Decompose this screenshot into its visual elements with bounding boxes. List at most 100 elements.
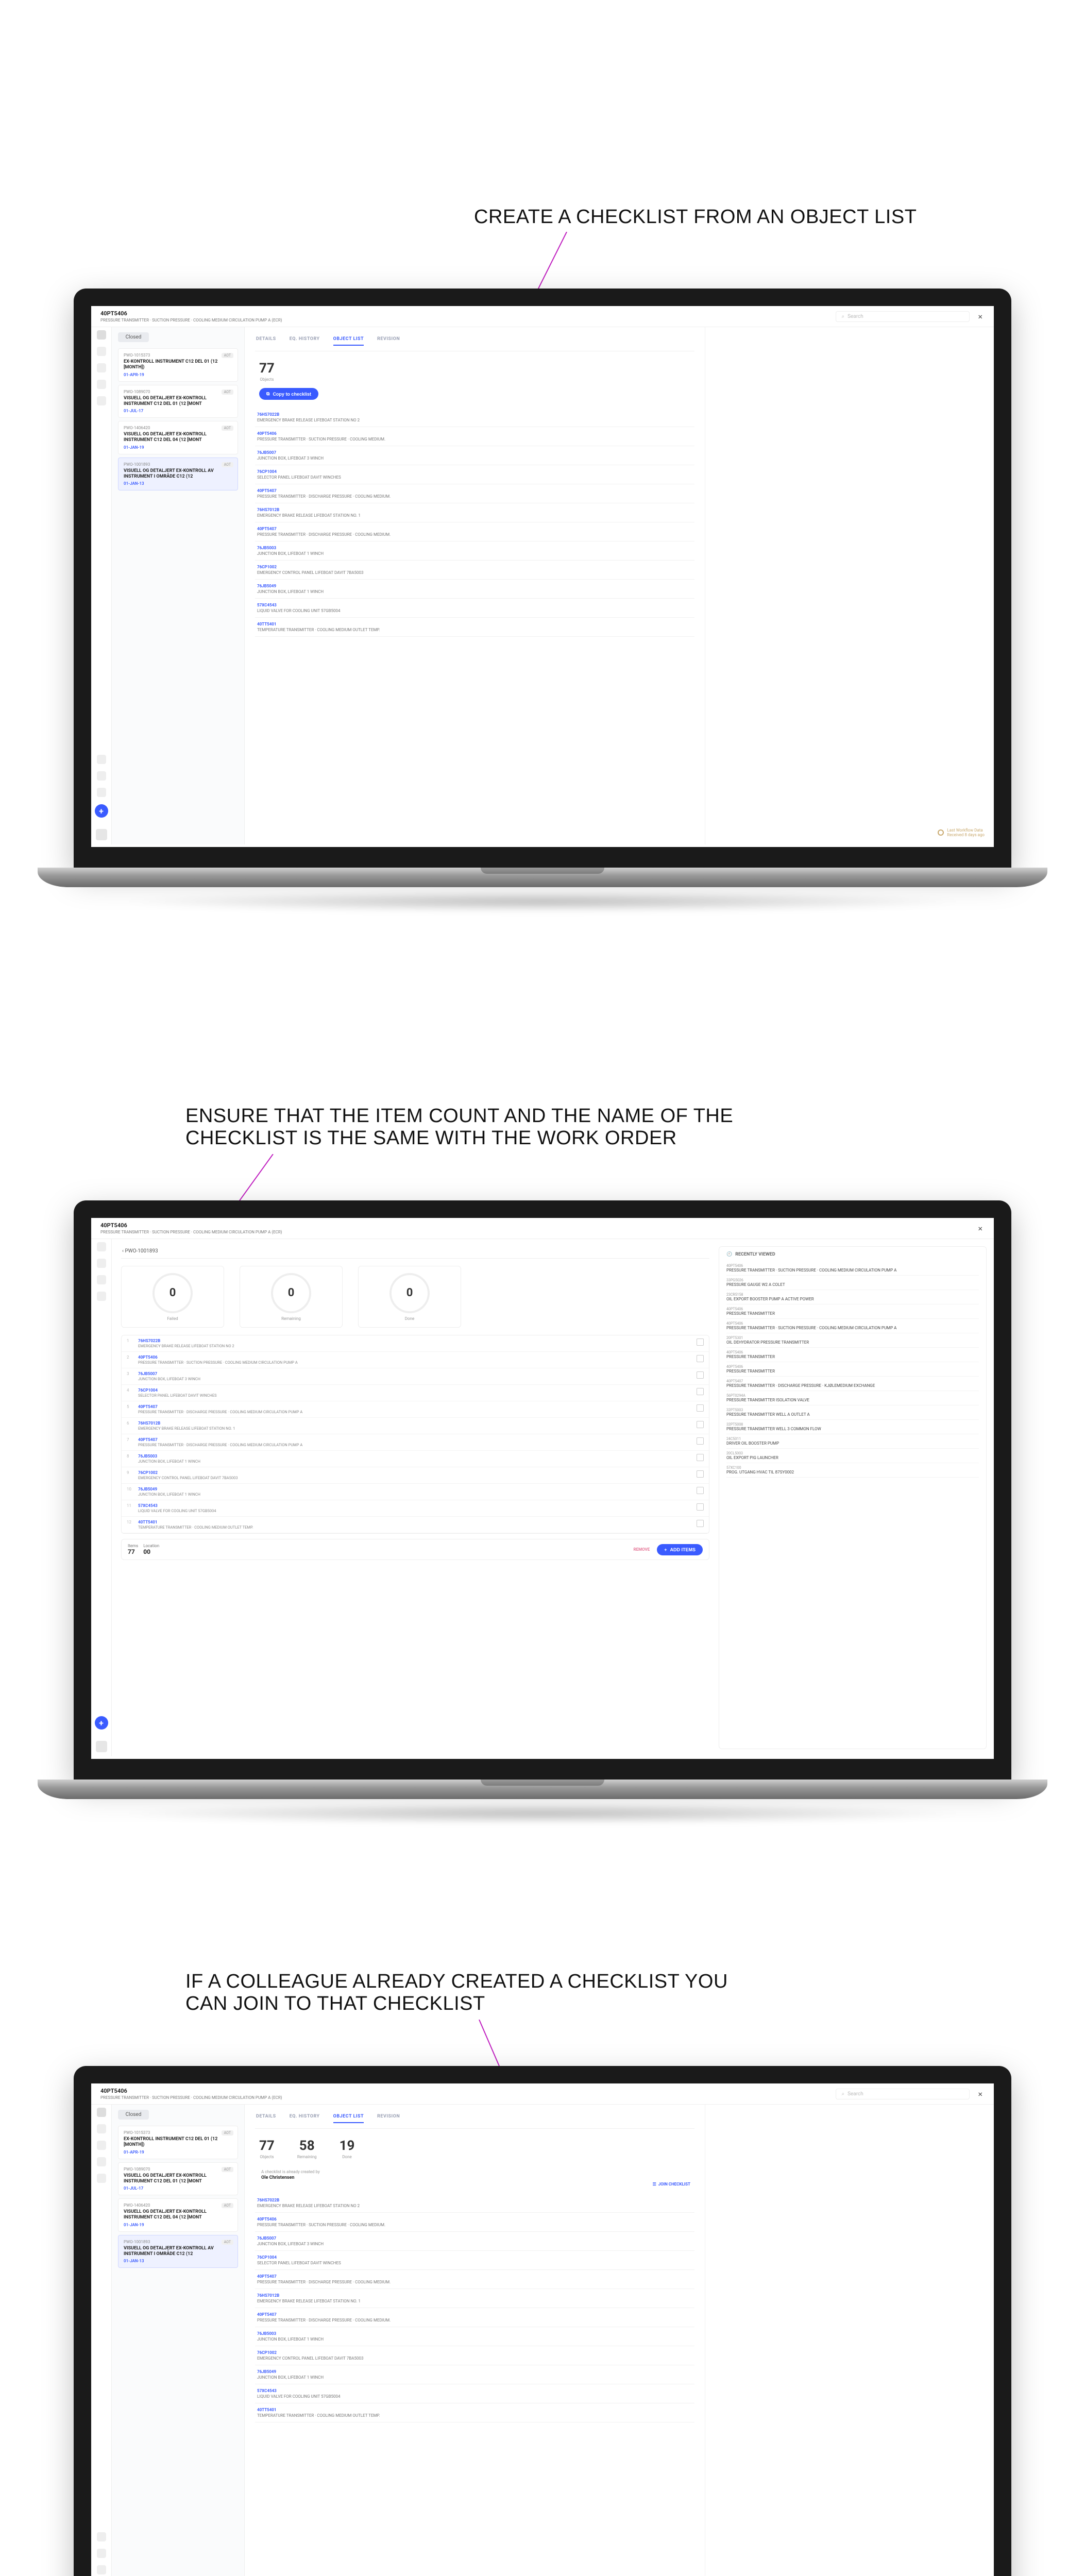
work-order-card[interactable]: PWO-1089070VISUELL OG DETALJERT EX-KONTR…	[118, 385, 238, 418]
row-checkbox[interactable]	[697, 1503, 704, 1511]
object-row[interactable]: 76HS7022BEMERGENCY BRAKE RELEASE LIFEBOA…	[255, 2194, 694, 2213]
close-button[interactable]: ×	[976, 312, 985, 321]
row-checkbox[interactable]	[697, 1404, 704, 1412]
rail-icon-6[interactable]	[97, 755, 106, 764]
recent-row[interactable]: 40PT5406PRESSURE TRANSMITTER	[726, 1362, 979, 1377]
tab-history[interactable]: EQ. HISTORY	[290, 2114, 320, 2123]
row-checkbox[interactable]	[697, 1454, 704, 1461]
search-input[interactable]: ⌕ Search	[836, 2089, 970, 2099]
rail-icon-5[interactable]	[97, 396, 106, 405]
object-row[interactable]: 76JB5007JUNCTION BOX, LIFEBOAT 3 WINCH	[255, 2232, 694, 2251]
object-row[interactable]: 40PT5407PRESSURE TRANSMITTER · DISCHARGE…	[255, 522, 694, 541]
work-order-card[interactable]: PWO-1015373EX-KONTROLL INSTRUMENT C12 DE…	[118, 2126, 238, 2159]
tab-revision[interactable]: REVISION	[377, 2114, 400, 2123]
rail-icon-7[interactable]	[97, 771, 106, 781]
status-filter[interactable]: Closed	[118, 332, 149, 342]
object-row[interactable]: 76JB5007JUNCTION BOX, LIFEBOAT 3 WINCH	[255, 446, 694, 465]
remove-button[interactable]: REMOVE	[633, 1547, 650, 1552]
row-checkbox[interactable]	[697, 1338, 704, 1346]
row-checkbox[interactable]	[697, 1520, 704, 1527]
rail-icon[interactable]	[97, 2124, 106, 2133]
recent-row[interactable]: 24C5011DRIVER OIL BOOSTER PUMP	[726, 1434, 979, 1449]
checklist-row[interactable]: 476CP1004SELECTOR PANEL LIFEBOAT DAVIT W…	[122, 1385, 709, 1401]
row-checkbox[interactable]	[697, 1437, 704, 1445]
recent-row[interactable]: 40PT5406PRESSURE TRANSMITTER · SUCTION P…	[726, 1319, 979, 1333]
rail-icon[interactable]	[97, 1242, 106, 1251]
tab-history[interactable]: EQ. HISTORY	[290, 336, 320, 346]
object-row[interactable]: 76HS7012BEMERGENCY BRAKE RELEASE LIFEBOA…	[255, 503, 694, 522]
recent-row[interactable]: 20PT5301OIL DEHYDRATOR PRESSURE TRANSMIT…	[726, 1333, 979, 1348]
checklist-row[interactable]: 1240TT5401TEMPERATURE TRANSMITTER · COOL…	[122, 1517, 709, 1533]
tab-details[interactable]: DETAILS	[256, 2114, 276, 2123]
recent-row[interactable]: 40PT5406PRESSURE TRANSMITTER	[726, 1348, 979, 1362]
rail-icon[interactable]	[97, 1292, 106, 1301]
recent-row[interactable]: 33PG5026PRESSURE GAUGE W2 A COLET	[726, 1276, 979, 1290]
object-row[interactable]: 40PT5406PRESSURE TRANSMITTER · SUCTION P…	[255, 427, 694, 446]
object-row[interactable]: 76JB5049JUNCTION BOX, LIFEBOAT 1 WINCH	[255, 2365, 694, 2384]
checklist-row[interactable]: 376JB5007JUNCTION BOX, LIFEBOAT 3 WINCH	[122, 1368, 709, 1385]
object-row[interactable]: 76HS7022BEMERGENCY BRAKE RELEASE LIFEBOA…	[255, 408, 694, 427]
object-row[interactable]: 76CP1002EMERGENCY CONTROL PANEL LIFEBOAT…	[255, 2346, 694, 2365]
rail-icon[interactable]	[97, 2549, 106, 2558]
rail-icon-8[interactable]	[97, 788, 106, 797]
rail-icon[interactable]	[97, 2157, 106, 2166]
checklist-row[interactable]: 876JB5003JUNCTION BOX, LIFEBOAT 1 WINCH	[122, 1451, 709, 1467]
object-row[interactable]: 40TT5401TEMPERATURE TRANSMITTER · COOLIN…	[255, 618, 694, 637]
row-checkbox[interactable]	[697, 1487, 704, 1494]
recent-row[interactable]: 23CR5158OIL EXPORT BOOSTER PUMP A ACTIVE…	[726, 1290, 979, 1304]
close-button[interactable]: ×	[976, 1224, 985, 1233]
recent-row[interactable]: 57XC100PROG. UTGANG HVAC TIL 87SY0002	[726, 1463, 979, 1478]
rail-icon-1[interactable]	[97, 330, 106, 340]
rail-icon-2[interactable]	[97, 347, 106, 356]
search-input[interactable]: ⌕ Search	[836, 311, 970, 322]
rail-icon[interactable]	[97, 2174, 106, 2183]
close-button[interactable]: ×	[976, 2089, 985, 2099]
recent-row[interactable]: 56PT0294APRESSURE TRANSMITTER ISOLATION …	[726, 1391, 979, 1405]
recent-row[interactable]: 32PT5003PRESSURE TRANSMITTER WELL A OUTL…	[726, 1405, 979, 1420]
add-items-button[interactable]: + ADD ITEMS	[657, 1544, 703, 1555]
work-order-card[interactable]: PWO-1001893VISUELL OG DETALJERT EX-KONTR…	[118, 2235, 238, 2268]
rail-icon-3[interactable]	[97, 363, 106, 372]
work-order-card[interactable]: PWO-1089070VISUELL OG DETALJERT EX-KONTR…	[118, 2162, 238, 2196]
work-order-card[interactable]: PWO-1001893VISUELL OG DETALJERT EX-KONTR…	[118, 457, 238, 491]
checklist-row[interactable]: 1157XC4543LIQUID VALVE FOR COOLING UNIT …	[122, 1500, 709, 1517]
rail-icon[interactable]	[97, 1259, 106, 1268]
status-filter[interactable]: Closed	[118, 2110, 149, 2120]
checklist-row[interactable]: 740PT5407PRESSURE TRANSMITTER · DISCHARG…	[122, 1434, 709, 1451]
rail-add-button[interactable]: +	[95, 1716, 108, 1730]
row-checkbox[interactable]	[697, 1470, 704, 1478]
row-checkbox[interactable]	[697, 1388, 704, 1395]
work-order-card[interactable]: PWO-1406420VISUELL OG DETALJERT EX-KONTR…	[118, 2198, 238, 2232]
copy-to-checklist-button[interactable]: ⧉ Copy to checklist	[259, 388, 318, 400]
back-breadcrumb[interactable]: ‹ PWO-1001893	[121, 1246, 709, 1259]
object-row[interactable]: 40PT5407PRESSURE TRANSMITTER · DISCHARGE…	[255, 2308, 694, 2327]
object-row[interactable]: 40PT5407PRESSURE TRANSMITTER · DISCHARGE…	[255, 2270, 694, 2289]
object-row[interactable]: 40PT5407PRESSURE TRANSMITTER · DISCHARGE…	[255, 484, 694, 503]
row-checkbox[interactable]	[697, 1421, 704, 1428]
object-row[interactable]: 76CP1004SELECTOR PANEL LIFEBOAT DAVIT WI…	[255, 2251, 694, 2270]
row-checkbox[interactable]	[697, 1355, 704, 1362]
checklist-row[interactable]: 1076JB5049JUNCTION BOX, LIFEBOAT 1 WINCH	[122, 1484, 709, 1500]
work-order-card[interactable]: PWO-1406420VISUELL OG DETALJERT EX-KONTR…	[118, 421, 238, 454]
recent-row[interactable]: 32PT5008PRESSURE TRANSMITTER WELL 3 COMM…	[726, 1420, 979, 1434]
rail-icon[interactable]	[97, 2565, 106, 2574]
recent-row[interactable]: 40PT5406PRESSURE TRANSMITTER	[726, 1304, 979, 1319]
tab-revision[interactable]: REVISION	[377, 336, 400, 346]
object-row[interactable]: 40PT5406PRESSURE TRANSMITTER · SUCTION P…	[255, 2213, 694, 2232]
recent-row[interactable]: 40PT5407PRESSURE TRANSMITTER · DISCHARGE…	[726, 1377, 979, 1391]
row-checkbox[interactable]	[697, 1371, 704, 1379]
checklist-row[interactable]: 676HS7012BEMERGENCY BRAKE RELEASE LIFEBO…	[122, 1418, 709, 1434]
work-order-card[interactable]: PWO-1015373EX-KONTROLL INSTRUMENT C12 DE…	[118, 348, 238, 382]
rail-icon[interactable]	[97, 2141, 106, 2150]
tab-object-list[interactable]: OBJECT LIST	[333, 2114, 364, 2123]
rail-add-button[interactable]: +	[95, 804, 108, 818]
object-row[interactable]: 57XC4543LIQUID VALVE FOR COOLING UNIT 57…	[255, 2384, 694, 2403]
rail-icon[interactable]	[97, 2108, 106, 2117]
checklist-row[interactable]: 176HS7022BEMERGENCY BRAKE RELEASE LIFEBO…	[122, 1335, 709, 1352]
rail-icon-4[interactable]	[97, 380, 106, 389]
object-row[interactable]: 76JB5003JUNCTION BOX, LIFEBOAT 1 WINCH	[255, 541, 694, 561]
object-row[interactable]: 76JB5003JUNCTION BOX, LIFEBOAT 1 WINCH	[255, 2327, 694, 2346]
recent-row[interactable]: 40PT5406PRESSURE TRANSMITTER · SUCTION P…	[726, 1261, 979, 1276]
object-row[interactable]: 76JB5049JUNCTION BOX, LIFEBOAT 1 WINCH	[255, 580, 694, 599]
checklist-row[interactable]: 240PT5406PRESSURE TRANSMITTER · SUCTION …	[122, 1352, 709, 1368]
